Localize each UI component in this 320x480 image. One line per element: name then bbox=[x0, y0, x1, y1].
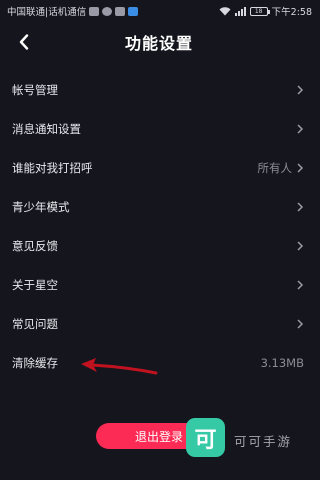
settings-item-youth-mode[interactable]: 青少年模式 bbox=[0, 187, 318, 226]
settings-list: 帐号管理 消息通知设置 谁能对我打招呼 所有人 青少年模式 意见反馈 关于星空 bbox=[0, 70, 318, 382]
settings-item-account[interactable]: 帐号管理 bbox=[0, 70, 318, 109]
logout-label: 退出登录 bbox=[134, 429, 183, 444]
settings-item-label: 清除缓存 bbox=[12, 355, 58, 370]
settings-item-about[interactable]: 关于星空 bbox=[0, 265, 318, 304]
message-notification-icon bbox=[115, 6, 126, 16]
settings-item-label: 常见问题 bbox=[12, 316, 58, 331]
settings-item-label: 关于星空 bbox=[12, 277, 58, 292]
settings-item-faq[interactable]: 常见问题 bbox=[0, 304, 318, 343]
settings-item-label: 青少年模式 bbox=[12, 199, 70, 214]
chevron-right-icon bbox=[297, 84, 304, 95]
status-right: 18 下午2:58 bbox=[219, 4, 312, 18]
page-title: 功能设置 bbox=[124, 34, 193, 53]
settings-item-notifications[interactable]: 消息通知设置 bbox=[0, 109, 318, 148]
page-header: 功能设置 bbox=[0, 24, 318, 60]
settings-item-label: 帐号管理 bbox=[12, 82, 58, 97]
app-notification-icon bbox=[128, 6, 139, 16]
battery-icon: 18 bbox=[249, 6, 270, 16]
chevron-right-icon bbox=[297, 123, 304, 134]
settings-item-label: 消息通知设置 bbox=[12, 121, 81, 136]
gallery-notification-icon bbox=[89, 6, 100, 16]
annotation-arrow-icon bbox=[81, 358, 158, 375]
signal-icon bbox=[234, 6, 246, 16]
status-left: 中国联通|话机通信 bbox=[7, 4, 139, 18]
wifi-icon bbox=[219, 6, 231, 15]
settings-item-label: 意见反馈 bbox=[12, 238, 58, 253]
settings-item-who-can-greet[interactable]: 谁能对我打招呼 所有人 bbox=[0, 148, 318, 187]
settings-item-clear-cache[interactable]: 清除缓存 3.13MB bbox=[0, 343, 318, 382]
carrier-text: 中国联通|话机通信 bbox=[7, 7, 87, 18]
settings-item-label: 谁能对我打招呼 bbox=[12, 160, 93, 175]
status-bar: 中国联通|话机通信 18 下午2:58 bbox=[0, 0, 318, 22]
settings-item-value: 所有人 bbox=[257, 160, 293, 175]
settings-item-feedback[interactable]: 意见反馈 bbox=[0, 226, 318, 265]
back-arrow-icon bbox=[19, 34, 29, 50]
chat-notification-icon bbox=[102, 6, 113, 16]
watermark-text: 可可手游 bbox=[234, 434, 293, 449]
chevron-right-icon bbox=[297, 162, 304, 173]
back-button[interactable] bbox=[14, 32, 34, 52]
chevron-right-icon bbox=[297, 201, 304, 212]
status-time: 下午2:58 bbox=[271, 7, 312, 18]
chevron-right-icon bbox=[297, 279, 304, 290]
chevron-right-icon bbox=[297, 318, 304, 329]
chevron-right-icon bbox=[297, 240, 304, 251]
cache-size-value: 3.13MB bbox=[260, 355, 304, 370]
watermark-logo-icon: 可 bbox=[186, 418, 225, 457]
